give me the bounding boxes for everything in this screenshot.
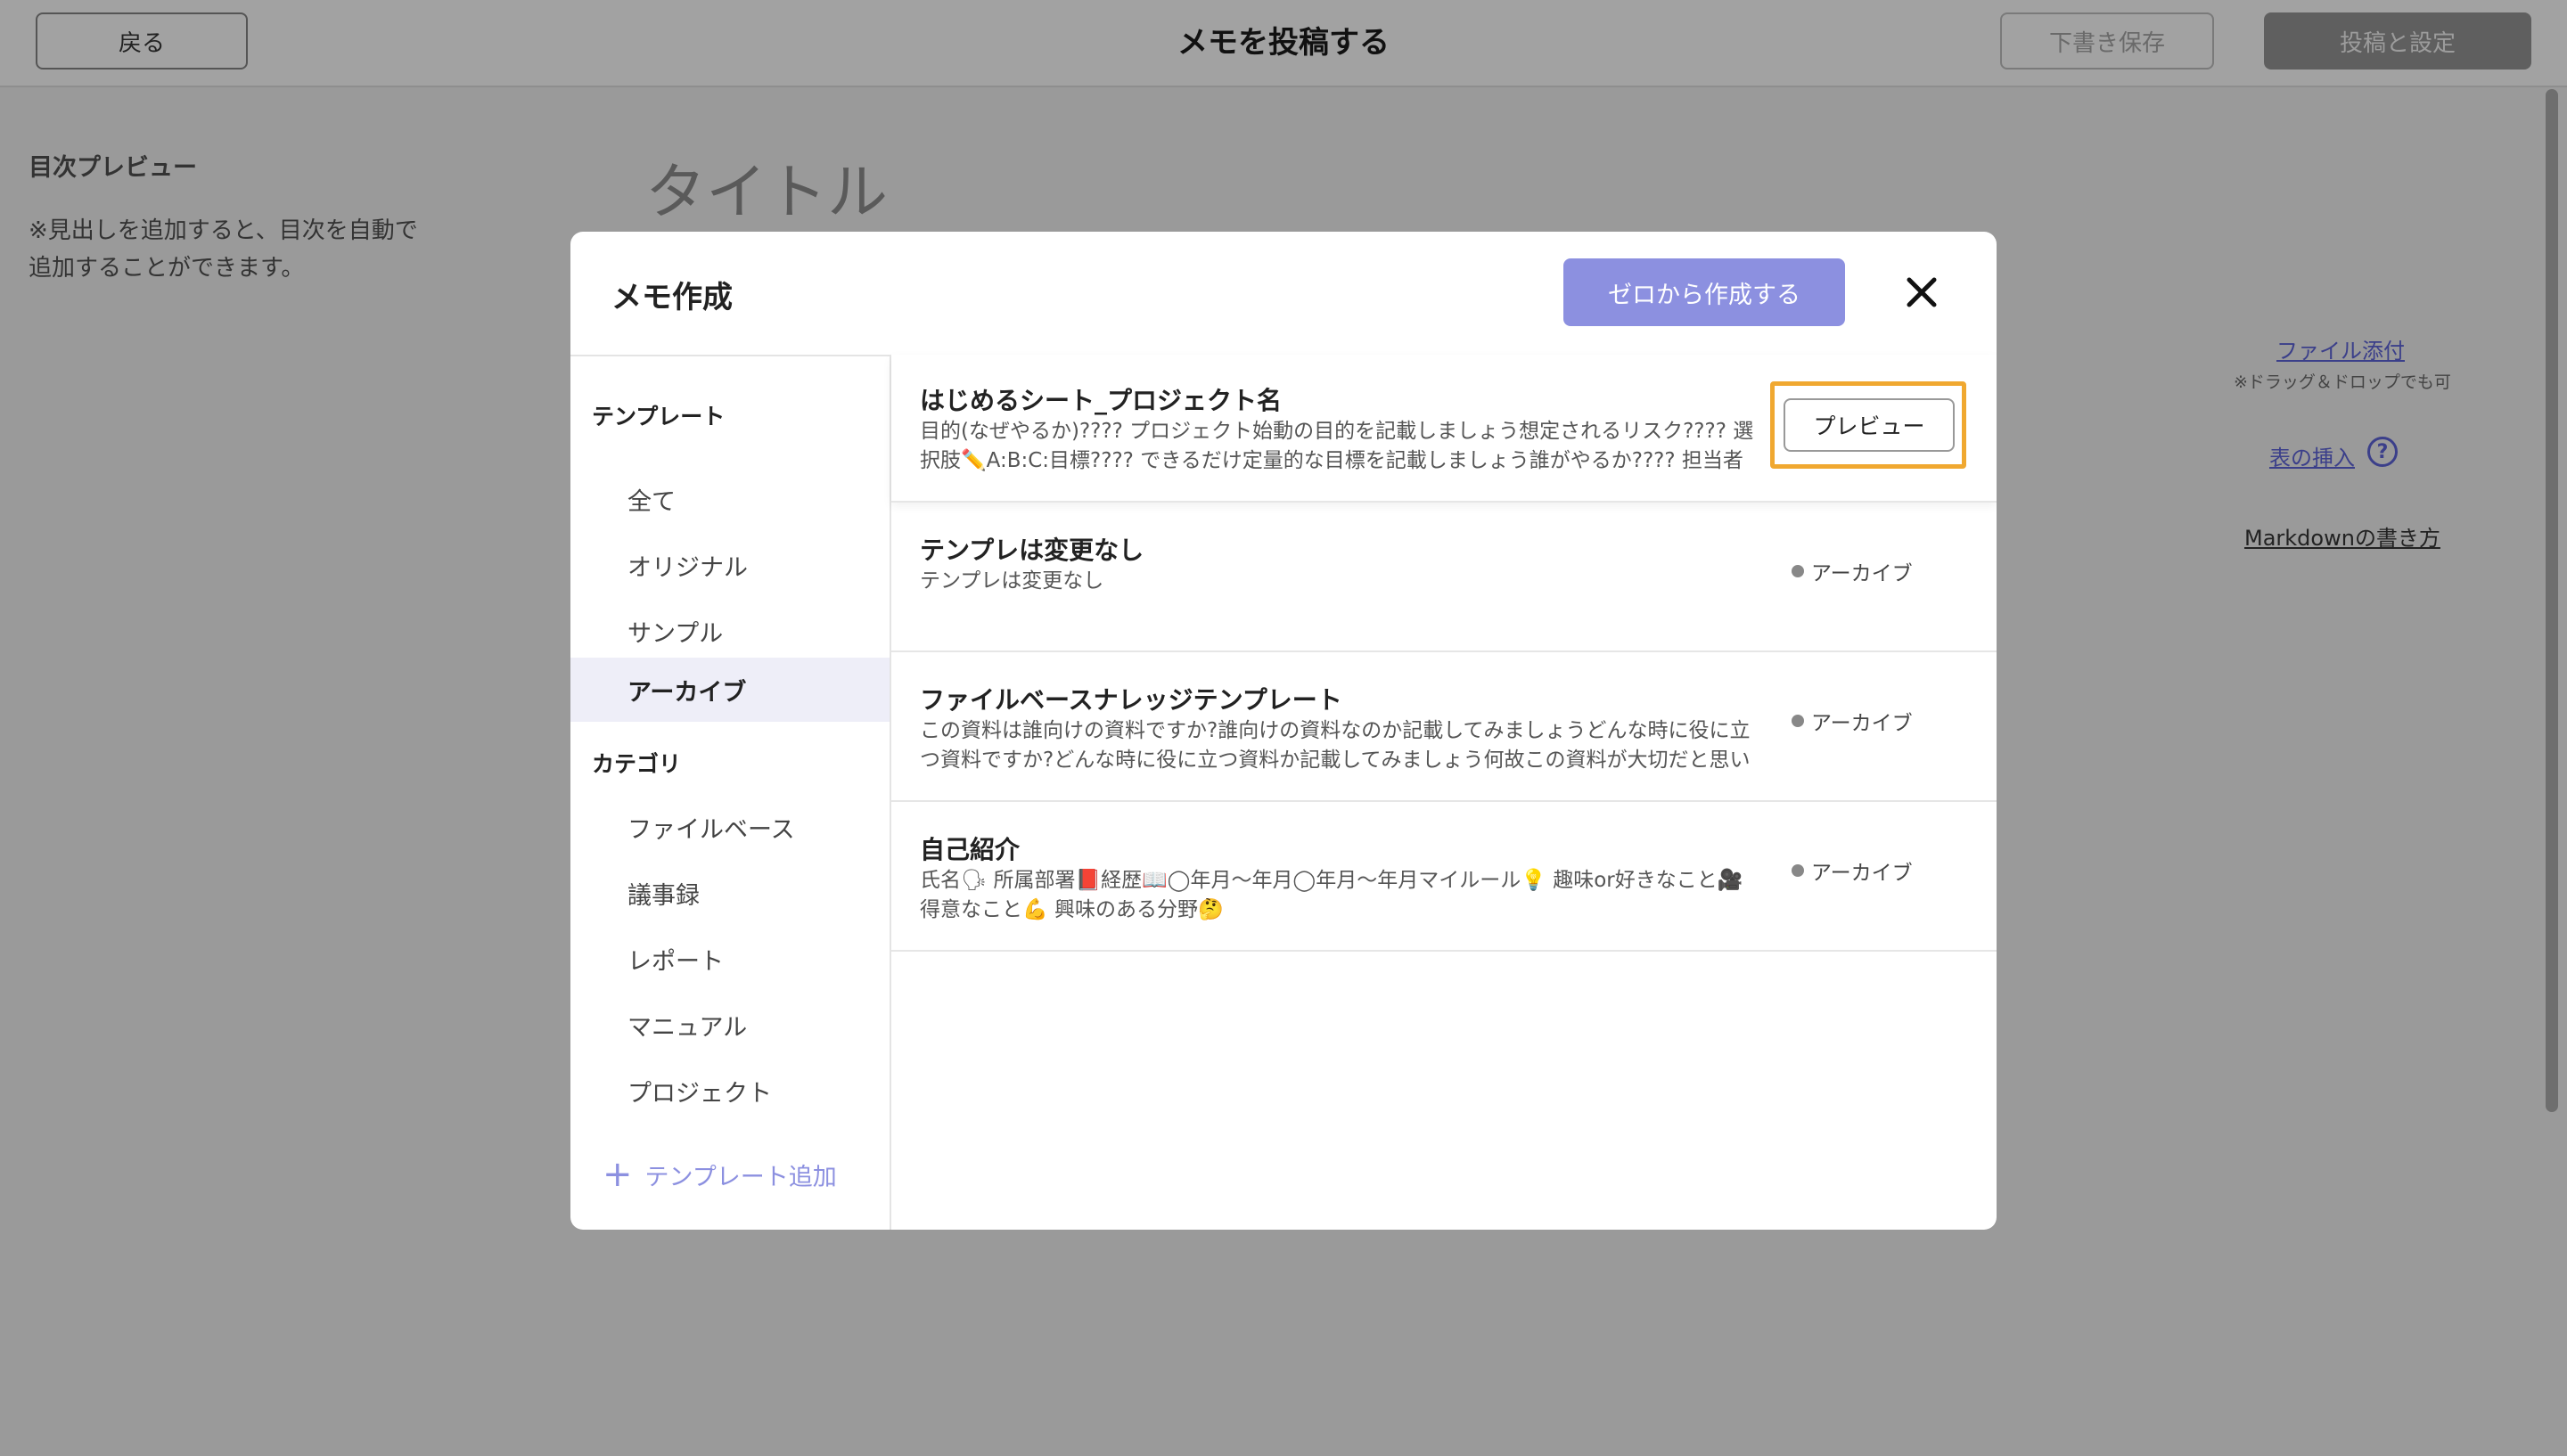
status-badge: アーカイブ — [1792, 706, 1913, 736]
close-icon[interactable] — [1897, 267, 1947, 317]
toc-preview-note: ※見出しを追加すると、目次を自動で追加することができます。 — [29, 217, 418, 282]
template-title: ファイルベースナレッジテンプレート — [920, 685, 1342, 715]
modal-header: メモ作成 ゼロから作成する — [570, 232, 1997, 356]
sidebar-item-minutes[interactable]: 議事録 — [570, 861, 890, 925]
template-row[interactable]: テンプレは変更なし テンプレは変更なし アーカイブ — [891, 504, 1997, 652]
template-title: はじめるシート_プロジェクト名 — [920, 386, 1283, 415]
create-from-scratch-button[interactable]: ゼロから作成する — [1563, 258, 1845, 326]
insert-table-link[interactable]: 表の挿入 — [2269, 440, 2355, 471]
preview-highlight: プレビュー — [1770, 381, 1966, 469]
template-description: テンプレは変更なし — [920, 569, 1104, 593]
plus-icon: + — [603, 1154, 633, 1195]
save-draft-button[interactable]: 下書き保存 — [2000, 12, 2214, 70]
markdown-guide-link[interactable]: Markdownの書き方 — [2244, 520, 2440, 552]
sidebar-item-manual[interactable]: マニュアル — [570, 993, 890, 1057]
template-description: 目的(なぜやるか)???? プロジェクト始動の目的を記載しましょう想定されるリス… — [920, 420, 1754, 472]
sidebar-item-project[interactable]: プロジェクト — [570, 1059, 890, 1123]
status-label: アーカイブ — [1811, 562, 1913, 585]
add-template-button[interactable]: + テンプレート追加 — [603, 1157, 837, 1192]
sidebar-item-all[interactable]: 全て — [570, 467, 890, 531]
file-attach-link[interactable]: ファイル添付 — [2276, 333, 2405, 364]
template-title: 自己紹介 — [920, 835, 1021, 864]
create-memo-modal: メモ作成 ゼロから作成する テンプレート 全て オリジナル サンプル アーカイブ… — [570, 232, 1997, 1230]
template-sidebar: テンプレート 全て オリジナル サンプル アーカイブ カテゴリ ファイルベース … — [570, 355, 891, 1230]
status-dot-icon — [1792, 715, 1804, 727]
sidebar-item-report[interactable]: レポート — [570, 927, 890, 991]
sidebar-item-archive[interactable]: アーカイブ — [570, 658, 890, 722]
drag-drop-note: ※ドラッグ＆ドロップでも可 — [2234, 372, 2451, 392]
status-badge: アーカイブ — [1792, 855, 1913, 886]
template-row[interactable]: 自己紹介 氏名🗣 所属部署📕経歴📖◯年月〜年月◯年月〜年月マイルール💡 趣味or… — [891, 804, 1997, 952]
modal-title: メモ作成 — [611, 280, 733, 315]
status-dot-icon — [1792, 864, 1804, 877]
status-label: アーカイブ — [1811, 712, 1913, 735]
sidebar-item-sample[interactable]: サンプル — [570, 599, 890, 663]
toc-preview-title: 目次プレビュー — [29, 154, 197, 182]
add-template-label: テンプレート追加 — [644, 1163, 837, 1191]
status-dot-icon — [1792, 565, 1804, 577]
page-scrollbar[interactable] — [2546, 89, 2558, 1112]
template-row[interactable]: はじめるシート_プロジェクト名 目的(なぜやるか)???? プロジェクト始動の目… — [891, 355, 1997, 503]
post-and-settings-button[interactable]: 投稿と設定 — [2264, 12, 2531, 70]
template-description: 氏名🗣 所属部署📕経歴📖◯年月〜年月◯年月〜年月マイルール💡 趣味or好きなこと… — [920, 869, 1743, 921]
template-description: この資料は誰向けの資料ですか?誰向けの資料なのか記載してみましょうどんな時に役に… — [920, 719, 1751, 772]
category-heading: カテゴリ — [592, 751, 682, 777]
template-title: テンプレは変更なし — [920, 536, 1144, 565]
template-heading: テンプレート — [592, 404, 726, 429]
question-circle-icon[interactable]: ? — [2367, 437, 2398, 467]
document-title-input[interactable]: タイトル — [645, 143, 888, 231]
sidebar-item-file-base[interactable]: ファイルベース — [570, 795, 890, 859]
sidebar-item-original[interactable]: オリジナル — [570, 533, 890, 597]
status-label: アーカイブ — [1811, 862, 1913, 885]
template-row[interactable]: ファイルベースナレッジテンプレート この資料は誰向けの資料ですか?誰向けの資料な… — [891, 654, 1997, 802]
top-bar: 戻る メモを投稿する 下書き保存 投稿と設定 — [0, 0, 2567, 87]
status-badge: アーカイブ — [1792, 556, 1913, 586]
preview-button[interactable]: プレビュー — [1784, 398, 1955, 452]
